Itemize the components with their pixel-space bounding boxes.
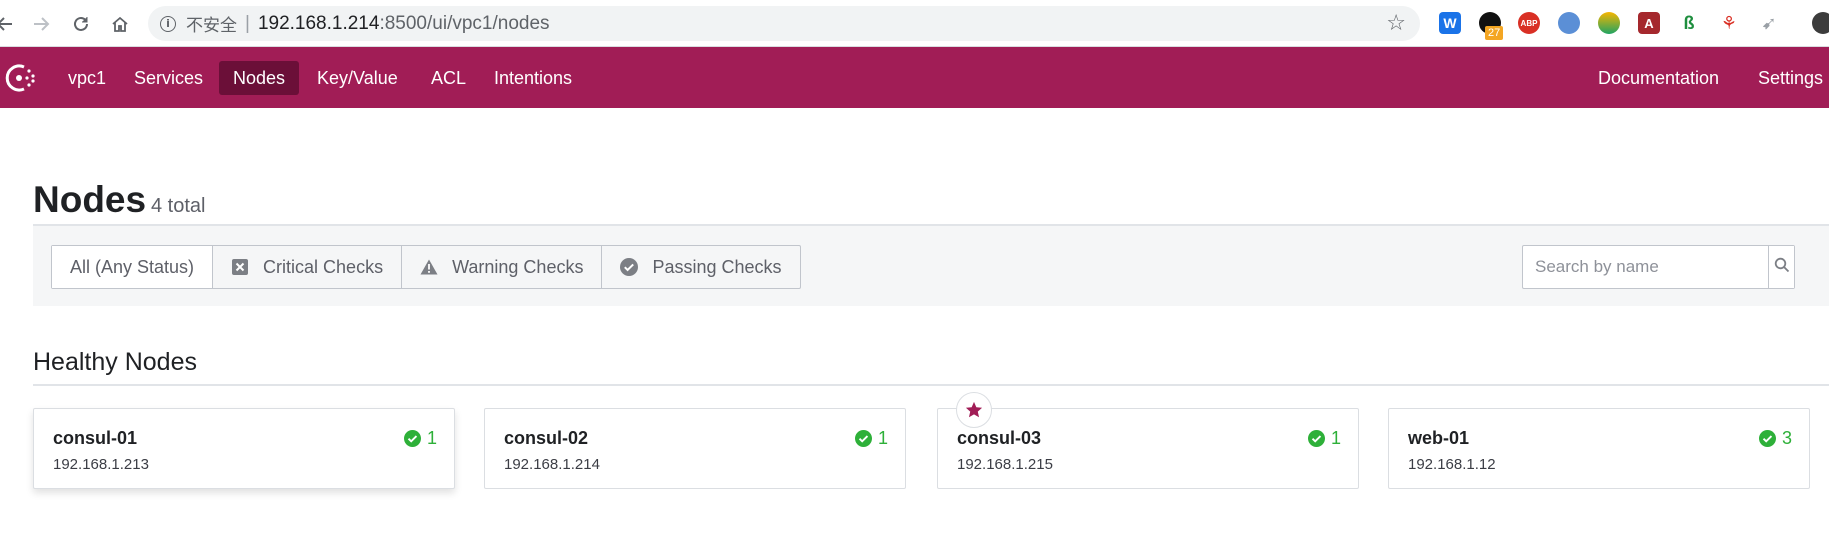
ext-a-label: A <box>1644 15 1654 31</box>
passing-count: 1 <box>426 428 437 448</box>
page-title: Nodes <box>33 179 147 220</box>
browser-toolbar: i 不安全 | 192.168.1.214:8500/ui/vpc1/nodes… <box>0 0 1829 47</box>
extension-badge: 27 <box>1485 26 1504 40</box>
passing-count: 3 <box>1781 428 1792 448</box>
node-health-status: 3 <box>1758 428 1792 449</box>
info-icon[interactable]: i <box>160 15 176 32</box>
filter-all-label: All (Any Status) <box>70 256 195 277</box>
ext-w-label: W <box>1443 15 1457 31</box>
omnibox-separator: | <box>245 12 250 34</box>
node-address: 192.168.1.215 <box>957 456 1053 473</box>
passing-check-icon <box>1307 430 1325 447</box>
forward-arrow-icon[interactable] <box>28 11 54 37</box>
wps-extension-icon[interactable]: W <box>1439 12 1461 34</box>
reload-icon[interactable] <box>68 11 94 37</box>
url-text: 192.168.1.214:8500/ui/vpc1/nodes <box>258 13 550 35</box>
node-address: 192.168.1.214 <box>504 456 600 473</box>
passing-check-icon <box>620 258 639 276</box>
blue-extension-icon[interactable] <box>1558 12 1580 34</box>
url-path: :8500/ui/vpc1/nodes <box>379 12 550 34</box>
url-host: 192.168.1.214 <box>257 12 380 34</box>
node-address: 192.168.1.12 <box>1408 456 1496 473</box>
node-name: consul-02 <box>504 428 589 448</box>
node-health-status: 1 <box>403 428 437 449</box>
filter-critical[interactable]: Critical Checks <box>213 246 403 288</box>
node-count: 4 total <box>151 195 206 217</box>
tree-extension-icon[interactable]: ⚘ <box>1718 12 1740 34</box>
node-card-web-01[interactable]: web-01 192.168.1.12 3 <box>1388 408 1810 489</box>
consul-logo-icon[interactable] <box>2 61 38 95</box>
node-card-consul-03[interactable]: consul-03 192.168.1.215 1 <box>937 392 1359 489</box>
leader-star-icon <box>956 392 992 428</box>
profile-avatar[interactable] <box>1812 12 1829 34</box>
node-name: web-01 <box>1408 428 1470 448</box>
nav-acl[interactable]: ACL <box>417 61 480 95</box>
node-health-status: 1 <box>854 428 888 449</box>
datacenter-selector[interactable]: vpc1 <box>54 61 120 95</box>
app-header: vpc1 Services Nodes Key/Value ACL Intent… <box>0 47 1829 108</box>
passing-count: 1 <box>877 428 888 448</box>
node-name: consul-03 <box>957 428 1042 448</box>
node-health-status: 1 <box>1307 428 1341 449</box>
back-arrow-icon[interactable] <box>0 11 18 37</box>
search-input[interactable] <box>1523 246 1768 288</box>
status-filter-group: All (Any Status) Critical Checks Warning… <box>51 245 801 289</box>
filter-all[interactable]: All (Any Status) <box>52 246 214 288</box>
filter-warning[interactable]: Warning Checks <box>402 246 603 288</box>
nav-key-value[interactable]: Key/Value <box>303 61 412 95</box>
node-address: 192.168.1.213 <box>53 456 149 473</box>
nav-intentions[interactable]: Intentions <box>480 61 586 95</box>
nav-documentation[interactable]: Documentation <box>1584 61 1733 95</box>
filter-passing[interactable]: Passing Checks <box>602 246 799 288</box>
nav-settings[interactable]: Settings <box>1744 61 1829 95</box>
home-icon[interactable] <box>107 11 133 37</box>
warning-triangle-icon <box>420 258 438 276</box>
address-bar[interactable]: i 不安全 | 192.168.1.214:8500/ui/vpc1/nodes… <box>148 6 1420 41</box>
shield-extension-icon[interactable] <box>1598 12 1620 34</box>
adblock-plus-icon[interactable]: ABP <box>1518 12 1540 34</box>
insecure-label: 不安全 <box>186 16 237 36</box>
search-icon <box>1774 257 1790 278</box>
cursor-extension-icon[interactable]: ➹ <box>1758 12 1780 34</box>
node-card-consul-02[interactable]: consul-02 192.168.1.214 1 <box>484 408 906 489</box>
search-box <box>1522 245 1795 289</box>
passing-check-icon <box>854 430 872 447</box>
critical-x-icon <box>231 258 249 276</box>
divider <box>33 384 1829 386</box>
pdf-extension-icon[interactable]: A <box>1638 12 1660 34</box>
green-extension-icon[interactable]: ß <box>1678 12 1700 34</box>
nav-services[interactable]: Services <box>120 61 217 95</box>
bookmark-star-icon[interactable]: ☆ <box>1386 11 1406 36</box>
passing-count: 1 <box>1330 428 1341 448</box>
section-title: Healthy Nodes <box>33 348 197 376</box>
filter-warning-label: Warning Checks <box>452 256 584 277</box>
node-name: consul-01 <box>53 428 138 448</box>
filter-critical-label: Critical Checks <box>263 256 384 277</box>
ext-abp-label: ABP <box>1520 18 1538 28</box>
nav-nodes[interactable]: Nodes <box>219 61 300 95</box>
passing-check-icon <box>403 430 421 447</box>
passing-check-icon <box>1758 430 1776 447</box>
node-card-consul-01[interactable]: consul-01 192.168.1.213 1 <box>33 408 455 489</box>
search-button[interactable] <box>1768 246 1794 288</box>
filter-passing-label: Passing Checks <box>652 256 782 277</box>
